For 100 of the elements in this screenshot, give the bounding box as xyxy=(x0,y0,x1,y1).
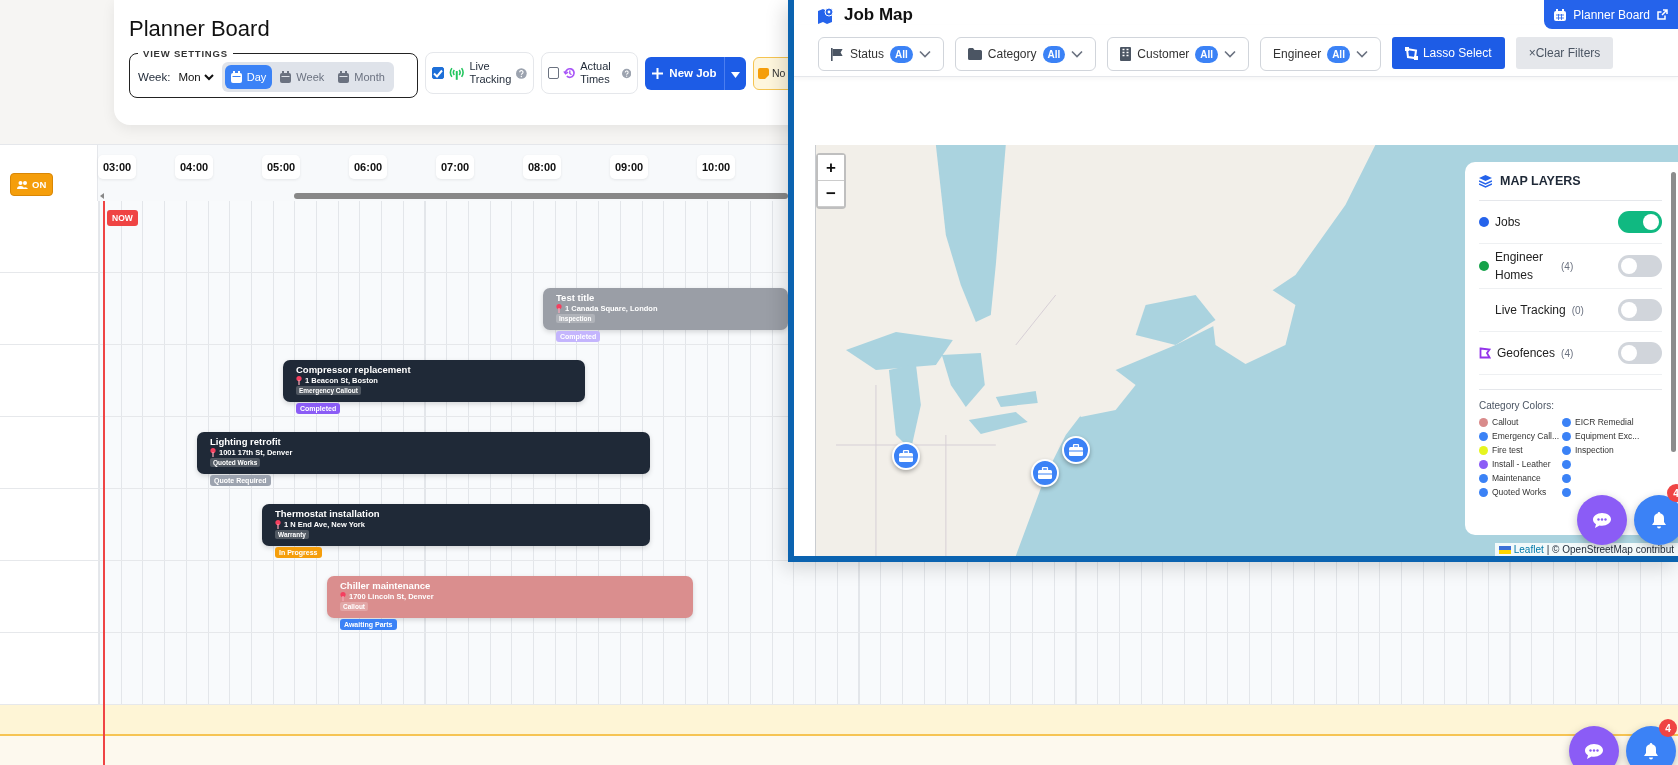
dropdown-button[interactable] xyxy=(724,56,746,90)
bell-icon xyxy=(1643,742,1659,760)
category-label: EICR Remedial xyxy=(1575,417,1634,427)
filter-dropdown[interactable]: Category All xyxy=(954,37,1097,71)
filter-dropdown[interactable]: Engineer All xyxy=(1260,37,1381,71)
view-mode-tab[interactable]: Month xyxy=(332,65,391,89)
week-select[interactable]: Mon xyxy=(174,71,218,83)
building-icon xyxy=(1120,47,1132,61)
layer-label: Engineer Homes xyxy=(1495,249,1545,284)
hour-label: 04:00 xyxy=(175,155,214,179)
scrollbar-thumb[interactable] xyxy=(1671,172,1676,452)
notification-count: 4 xyxy=(1667,484,1678,502)
filter-dropdown[interactable]: Status All xyxy=(818,37,944,71)
hour-label: 07:00 xyxy=(436,155,475,179)
chevron-icon xyxy=(203,73,214,81)
layer-count: (0) xyxy=(1571,304,1584,316)
hour-label: 09:00 xyxy=(610,155,649,179)
week-label: Week: xyxy=(138,71,171,83)
layer-toggle[interactable] xyxy=(1618,255,1662,277)
antenna-icon xyxy=(448,66,466,80)
layer-toggle[interactable] xyxy=(1618,211,1662,233)
geofence-icon xyxy=(1479,347,1491,359)
pin-icon xyxy=(556,304,562,313)
hour-label: 03:00 xyxy=(98,155,137,179)
calendar-icon xyxy=(230,71,242,83)
job-title: Chiller maintenance xyxy=(340,580,431,591)
leaflet-link[interactable]: Leaflet xyxy=(1513,544,1544,555)
pin-icon xyxy=(275,520,281,529)
job-title: Lighting retrofit xyxy=(210,436,281,447)
category-label: Maintenance xyxy=(1492,473,1541,483)
chevron-icon xyxy=(918,50,931,58)
checkbox[interactable] xyxy=(548,67,559,79)
layers-icon xyxy=(1479,174,1492,188)
hour-label: 08:00 xyxy=(523,155,562,179)
category-label: Equipment Exc... xyxy=(1575,431,1640,441)
pin-icon xyxy=(210,448,216,457)
category-label: Callout xyxy=(1492,417,1519,427)
page-title: Planner Board xyxy=(129,16,271,42)
job-title: Compressor replacement xyxy=(296,364,411,375)
notes-button[interactable]: No xyxy=(753,56,789,90)
flag-icon xyxy=(831,47,844,61)
checkbox[interactable] xyxy=(432,67,444,79)
scrollbar-thumb[interactable] xyxy=(294,193,788,199)
filter-dropdown[interactable]: Customer All xyxy=(1107,37,1250,71)
new-job-button[interactable]: New Job xyxy=(645,56,724,90)
layer-label: Geofences xyxy=(1497,346,1556,360)
category-label: Emergency Call... xyxy=(1492,431,1560,441)
layer-count: (4) xyxy=(1561,260,1574,272)
layer-label: Jobs xyxy=(1495,215,1521,229)
pin-icon xyxy=(296,376,302,385)
now-badge: NOW xyxy=(107,210,138,226)
folder-icon xyxy=(967,48,982,60)
bell-icon xyxy=(1651,511,1667,529)
chevron-icon xyxy=(1355,50,1368,58)
lasso-icon xyxy=(1404,46,1418,60)
help-icon[interactable] xyxy=(621,67,631,79)
briefcase-icon xyxy=(1038,467,1052,479)
job-title: Test title xyxy=(556,292,595,303)
hour-label: 06:00 xyxy=(349,155,388,179)
briefcase-icon xyxy=(899,450,913,462)
panel-title: MAP LAYERS xyxy=(1500,174,1581,188)
legend-title: Category Colors: xyxy=(1479,389,1662,411)
caret-icon xyxy=(731,71,740,78)
zoom-in-button[interactable]: + xyxy=(818,155,844,181)
clear-filters-button[interactable]: ×Clear Filters xyxy=(1515,37,1614,69)
layer-label: Live Tracking xyxy=(1495,303,1566,317)
layer-toggle[interactable] xyxy=(1618,342,1662,364)
view-mode-tab[interactable]: Day xyxy=(224,65,273,89)
layer-toggle[interactable] xyxy=(1618,299,1662,321)
job-title: Thermostat installation xyxy=(275,508,380,519)
category-label: Install - Leather xyxy=(1492,459,1551,469)
window-title: Job Map xyxy=(844,5,913,25)
option-label: Live Tracking xyxy=(469,59,513,87)
calendar-icon xyxy=(1554,8,1567,21)
chevron-icon xyxy=(1224,50,1237,58)
category-label: Quoted Works xyxy=(1492,487,1547,497)
map-attribution: | © OpenStreetMap contribut xyxy=(1546,544,1674,555)
chat-icon xyxy=(1585,743,1603,759)
note-icon xyxy=(758,67,769,79)
layer-count: (4) xyxy=(1561,347,1574,359)
plus-icon xyxy=(652,67,664,79)
panel-legend: VIEW SETTINGS xyxy=(138,48,233,59)
history-icon xyxy=(562,65,577,81)
option-label: Actual Times xyxy=(580,59,612,87)
chat-icon xyxy=(1593,512,1611,528)
calendar-icon xyxy=(338,71,350,83)
pin-icon xyxy=(340,592,346,601)
external-link-icon xyxy=(1657,9,1668,20)
flag-icon xyxy=(1498,545,1511,554)
people-icon xyxy=(17,180,28,189)
hour-label: 10:00 xyxy=(697,155,736,179)
map-icon xyxy=(818,6,836,24)
view-mode-tab[interactable]: Week xyxy=(274,65,331,89)
planner-board-button[interactable]: Planner Board xyxy=(1544,0,1678,29)
chevron-icon xyxy=(1071,50,1084,58)
category-label: Fire test xyxy=(1492,445,1523,455)
help-icon[interactable] xyxy=(516,67,527,79)
hour-label: 05:00 xyxy=(262,155,301,179)
calendar-icon xyxy=(280,71,292,83)
lasso-select-button[interactable]: Lasso Select xyxy=(1391,37,1505,69)
